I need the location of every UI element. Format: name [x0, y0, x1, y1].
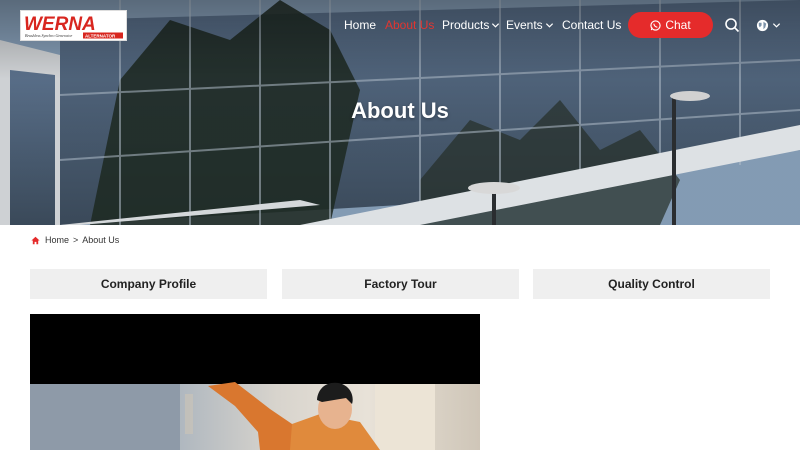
breadcrumb: Home > About Us [31, 235, 119, 245]
main-navigation: Home About Us Products Events Contact Us [344, 17, 621, 33]
logo-badge: ALTERNATOR [85, 34, 116, 39]
werna-logo-image: WERNA Brushless Synchro Generator ALTERN… [24, 14, 123, 39]
chat-button[interactable]: Chat [628, 12, 713, 38]
company-video-player[interactable] [30, 314, 480, 450]
nav-events[interactable]: Events [506, 18, 562, 32]
whatsapp-icon [650, 19, 661, 31]
tab-factory-tour[interactable]: Factory Tour [282, 269, 519, 299]
breadcrumb-separator: > [73, 235, 79, 245]
tab-quality-control-label: Quality Control [608, 277, 695, 291]
search-icon[interactable] [724, 17, 740, 33]
nav-about-us[interactable]: About Us [385, 18, 442, 32]
logo-tagline: Brushless Synchro Generator [25, 33, 73, 38]
home-icon [31, 236, 40, 244]
tab-factory-tour-label: Factory Tour [364, 277, 437, 291]
video-thumbnail-image [30, 382, 435, 450]
nav-contact-us[interactable]: Contact Us [562, 18, 621, 32]
nav-products-label: Products [442, 18, 490, 32]
nav-contact-us-label: Contact Us [562, 18, 622, 32]
chat-button-label: Chat [665, 18, 691, 32]
nav-home[interactable]: Home [344, 18, 385, 32]
breadcrumb-home-link[interactable]: Home [45, 235, 69, 245]
chevron-down-icon [772, 22, 781, 28]
page-title: About Us [351, 98, 449, 123]
nav-about-us-label: About Us [385, 18, 435, 32]
tab-quality-control[interactable]: Quality Control [533, 269, 770, 299]
chevron-down-icon [545, 22, 553, 28]
globe-icon [756, 19, 769, 31]
language-selector[interactable] [756, 17, 782, 33]
tab-company-profile[interactable]: Company Profile [30, 269, 267, 299]
company-logo[interactable]: WERNA Brushless Synchro Generator ALTERN… [20, 10, 127, 41]
logo-wordmark: WERNA [24, 14, 96, 35]
nav-events-label: Events [506, 18, 543, 32]
nav-products[interactable]: Products [442, 18, 506, 32]
breadcrumb-current: About Us [82, 235, 120, 245]
tab-company-profile-label: Company Profile [100, 277, 197, 291]
nav-home-label: Home [344, 18, 377, 32]
chevron-down-icon [492, 22, 500, 28]
